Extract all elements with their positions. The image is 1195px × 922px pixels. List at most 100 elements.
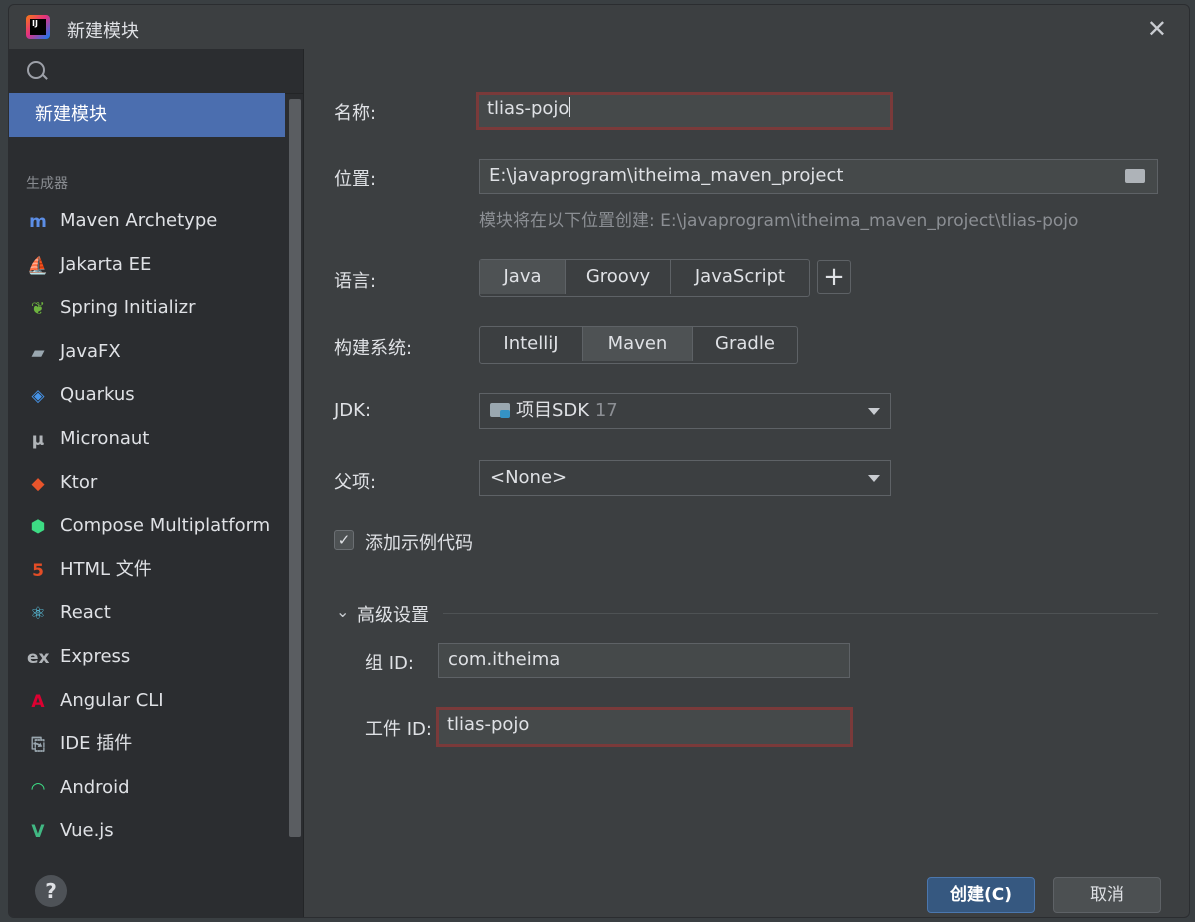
jakarta-icon: ⛵	[27, 255, 49, 276]
sidebar-item-label: Angular CLI	[60, 689, 164, 711]
sidebar-item-generator[interactable]: ▰ JavaFX	[9, 330, 285, 374]
artifact-id-label: 工件 ID:	[365, 719, 432, 740]
generator-sidebar: 新建模块 生成器 m Maven Archetype ⛵ Jakarta EE ❦ Spr…	[9, 49, 304, 917]
sidebar-item-generator[interactable]: m Maven Archetype	[9, 199, 285, 243]
sidebar-item-label: React	[60, 602, 111, 624]
build-system-label: 构建系统:	[334, 338, 413, 359]
parent-select[interactable]: <None>	[479, 460, 891, 496]
parent-label: 父项:	[334, 472, 377, 493]
sidebar-item-label: JavaFX	[60, 340, 121, 362]
sample-code-checkbox[interactable]: ✓	[334, 530, 354, 550]
sidebar-search[interactable]	[9, 49, 303, 94]
sidebar-item-generator[interactable]: A Angular CLI	[9, 679, 285, 723]
name-label: 名称:	[334, 103, 377, 124]
jdk-value: 项目SDK	[516, 400, 590, 421]
sidebar-item-generator[interactable]: ◈ Quarkus	[9, 373, 285, 417]
expand-chevron-icon[interactable]: ⌄	[336, 602, 349, 621]
sidebar-item-label: HTML 文件	[60, 558, 152, 580]
language-groovy[interactable]: Groovy	[566, 260, 671, 294]
group-id-input[interactable]: com.itheima	[438, 643, 850, 678]
vue-icon: V	[31, 822, 45, 843]
sidebar-item-generator[interactable]: μ Micronaut	[9, 417, 285, 461]
micronaut-icon: μ	[31, 429, 45, 450]
jdk-label: JDK:	[334, 400, 372, 421]
help-button[interactable]: ?	[35, 875, 67, 907]
android-icon: ◠	[31, 778, 45, 799]
parent-value: <None>	[490, 467, 568, 488]
build-system-selector: IntelliJ Maven Gradle	[479, 326, 798, 364]
compose-icon: ⬢	[30, 517, 46, 538]
create-button[interactable]: 创建(C)	[927, 877, 1035, 913]
name-value: tlias-pojo	[487, 98, 570, 119]
language-label: 语言:	[334, 271, 377, 292]
build-gradle[interactable]: Gradle	[693, 327, 797, 361]
title-bar: IJ 新建模块 ✕	[9, 5, 1189, 49]
javafx-icon: ▰	[31, 342, 45, 363]
html5-icon: 5	[32, 560, 44, 581]
chevron-down-icon	[868, 475, 880, 482]
sidebar-item-label: Ktor	[60, 471, 98, 493]
quarkus-icon: ◈	[31, 386, 45, 407]
sidebar-item-label: Vue.js	[60, 820, 114, 842]
sidebar-item-label: Spring Initializr	[60, 297, 196, 319]
name-input[interactable]: tlias-pojo	[476, 92, 893, 130]
react-icon: ⚛	[30, 604, 46, 625]
plugin-icon: ⎘	[31, 735, 45, 756]
sidebar-item-label: Compose Multiplatform	[60, 515, 271, 537]
chevron-down-icon	[868, 408, 880, 415]
module-form: 名称: tlias-pojo 位置: E:\javaprogram\itheim…	[303, 49, 1189, 917]
artifact-id-input[interactable]: tlias-pojo	[436, 707, 853, 747]
add-language-button[interactable]: +	[817, 260, 851, 294]
generator-list: m Maven Archetype ⛵ Jakarta EE ❦ Spring Initi…	[9, 199, 285, 853]
close-icon[interactable]: ✕	[1147, 15, 1167, 43]
location-input[interactable]: E:\javaprogram\itheima_maven_project	[479, 159, 1158, 194]
sidebar-item-label: Maven Archetype	[60, 210, 218, 231]
language-selector: Java Groovy JavaScript	[479, 259, 810, 297]
angular-icon: A	[31, 691, 45, 712]
sidebar-item-label: Micronaut	[60, 427, 150, 449]
cancel-button[interactable]: 取消	[1053, 877, 1161, 913]
generators-section-label: 生成器	[26, 176, 68, 192]
sidebar-item-generator[interactable]: ⬢ Compose Multiplatform	[9, 504, 285, 548]
sidebar-item-label: IDE 插件	[60, 733, 133, 755]
folder-icon[interactable]	[1125, 169, 1145, 183]
sdk-folder-icon	[490, 403, 510, 418]
maven-icon: m	[29, 212, 47, 232]
sidebar-item-generator[interactable]: V Vue.js	[9, 809, 285, 853]
location-label: 位置:	[334, 169, 377, 190]
search-icon	[27, 61, 45, 79]
build-maven[interactable]: Maven	[583, 327, 693, 361]
location-hint: 模块将在以下位置创建: E:\javaprogram\itheima_maven…	[479, 211, 1079, 231]
sidebar-item-generator[interactable]: ❦ Spring Initializr	[9, 286, 285, 330]
sidebar-item-generator[interactable]: ⚛ React	[9, 591, 285, 635]
sidebar-scrollbar[interactable]	[289, 99, 301, 837]
sample-code-label: 添加示例代码	[365, 533, 473, 554]
sidebar-item-label: Jakarta EE	[60, 253, 152, 275]
sidebar-item-generator[interactable]: ◠ Android	[9, 766, 285, 810]
sidebar-item-generator[interactable]: ⎘ IDE 插件	[9, 722, 285, 766]
spring-icon: ❦	[30, 299, 46, 320]
sidebar-item-generator[interactable]: ◆ Ktor	[9, 461, 285, 505]
sidebar-item-generator[interactable]: ⛵ Jakarta EE	[9, 243, 285, 287]
advanced-settings-label[interactable]: 高级设置	[357, 601, 429, 627]
express-icon: ex	[27, 647, 50, 668]
sidebar-item-generator[interactable]: ex Express	[9, 635, 285, 679]
sidebar-item-label: Quarkus	[60, 384, 135, 406]
location-value: E:\javaprogram\itheima_maven_project	[489, 165, 844, 186]
group-id-label: 组 ID:	[365, 653, 414, 674]
sidebar-item-label: Express	[60, 645, 131, 667]
jdk-select[interactable]: 项目SDK 17	[479, 393, 891, 429]
text-caret	[569, 97, 571, 117]
dialog-title: 新建模块	[67, 21, 139, 42]
sidebar-item-new-module[interactable]: 新建模块	[9, 93, 285, 137]
new-module-dialog: IJ 新建模块 ✕ 新建模块 生成器 m Maven Archetype ⛵ Jaka…	[8, 4, 1190, 918]
sidebar-item-label: Android	[60, 776, 130, 798]
language-javascript[interactable]: JavaScript	[671, 260, 809, 294]
build-intellij[interactable]: IntelliJ	[480, 327, 583, 361]
advanced-divider	[443, 613, 1158, 614]
sidebar-item-generator[interactable]: 5 HTML 文件	[9, 548, 285, 592]
language-java[interactable]: Java	[480, 260, 566, 294]
intellij-logo-icon: IJ	[26, 15, 50, 39]
ktor-icon: ◆	[31, 473, 45, 494]
jdk-version: 17	[594, 400, 618, 421]
